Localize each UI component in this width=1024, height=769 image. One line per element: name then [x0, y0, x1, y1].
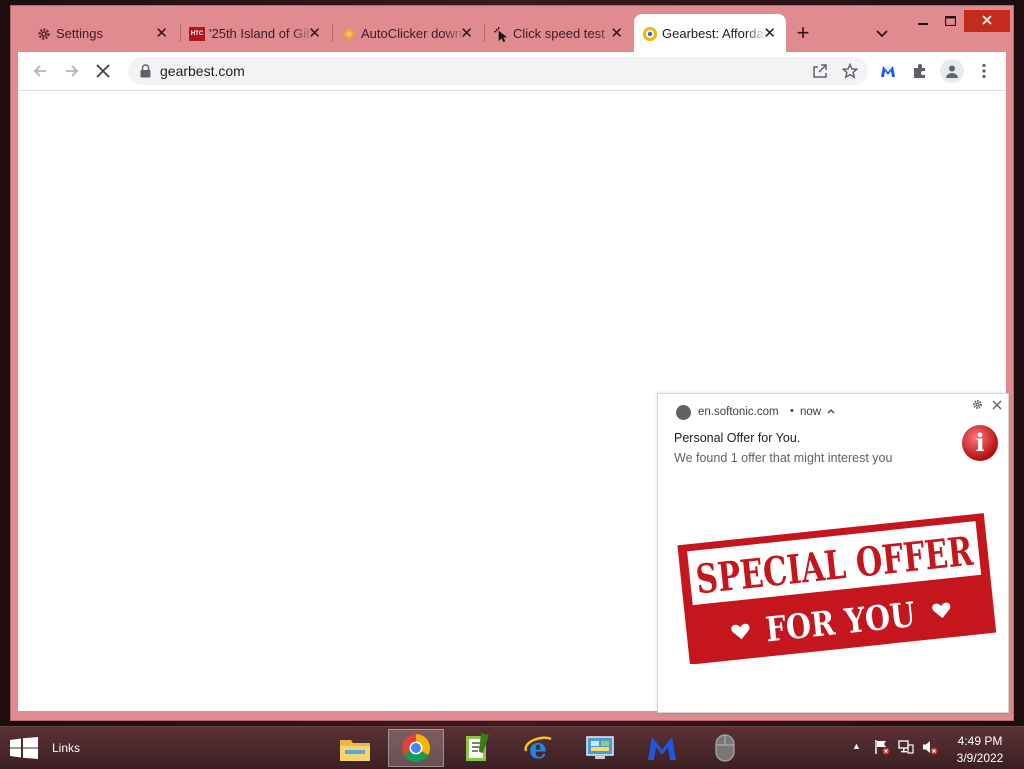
share-icon[interactable]: [808, 59, 832, 83]
malwarebytes-extension-icon[interactable]: [876, 59, 900, 83]
chrome-icon[interactable]: [388, 729, 444, 767]
clock-time[interactable]: 4:49 PM: [950, 734, 1010, 748]
taskbar: Links e ▲ 4:49 PM 3/9/2022: [0, 726, 1024, 769]
notification-time: now: [800, 406, 822, 418]
notification-popup[interactable]: en.softonic.com • now Personal Offer for…: [657, 393, 1009, 713]
close-icon[interactable]: ✕: [308, 24, 321, 42]
url-text[interactable]: gearbest.com: [160, 63, 245, 79]
tab-autoclicker[interactable]: AutoClicker download ✕: [333, 14, 483, 52]
minimize-button[interactable]: [908, 10, 938, 32]
new-tab-button[interactable]: +: [790, 20, 816, 46]
info-icon: i: [962, 425, 998, 461]
close-icon[interactable]: ✕: [460, 24, 473, 42]
notification-dot: •: [790, 405, 794, 417]
internet-explorer-icon[interactable]: e: [510, 729, 566, 767]
tab-title: '25th Island of Gibraltar: [209, 25, 313, 41]
bookmark-star-icon[interactable]: [838, 59, 862, 83]
notification-source: en.softonic.com: [698, 406, 779, 418]
tray-overflow-chevron-icon[interactable]: ▲: [852, 741, 861, 751]
notepad-plus-plus-icon[interactable]: [449, 729, 505, 767]
volume-muted-icon[interactable]: [922, 739, 938, 760]
tab-title: AutoClicker download: [361, 25, 465, 41]
chevron-up-icon[interactable]: [827, 406, 835, 417]
browser-toolbar: gearbest.com: [18, 52, 1006, 91]
profile-avatar-icon[interactable]: [940, 59, 964, 83]
links-toolbar-label[interactable]: Links: [52, 741, 80, 755]
back-arrow-icon[interactable]: [28, 59, 52, 83]
action-center-flag-icon[interactable]: [874, 739, 890, 760]
forward-arrow-icon[interactable]: [60, 59, 84, 83]
gear-icon[interactable]: [972, 399, 983, 413]
close-icon[interactable]: ✕: [155, 24, 168, 42]
close-icon[interactable]: ✕: [610, 24, 623, 42]
autoclicker-favicon-icon: [341, 26, 357, 42]
control-panel-icon[interactable]: [572, 729, 628, 767]
chevron-down-icon[interactable]: [870, 22, 894, 46]
gearbest-favicon-icon: [642, 26, 658, 42]
close-icon[interactable]: ✕: [763, 24, 776, 42]
tab-htc[interactable]: HTC '25th Island of Gibraltar ✕: [181, 14, 331, 52]
tab-title: Click speed test: [513, 25, 605, 41]
tab-title: Gearbest: Affordable: [662, 25, 766, 41]
clock-date[interactable]: 3/9/2022: [950, 751, 1010, 765]
close-icon[interactable]: [992, 397, 1002, 413]
lock-icon[interactable]: [140, 64, 151, 83]
notification-title: Personal Offer for You.: [674, 431, 801, 445]
tab-click-speed-test[interactable]: Click speed test ✕: [485, 14, 633, 52]
notification-message: We found 1 offer that might interest you: [674, 451, 893, 465]
tab-gearbest[interactable]: Gearbest: Affordable ✕: [634, 14, 786, 52]
maximize-button[interactable]: [935, 10, 965, 32]
network-icon[interactable]: [898, 739, 914, 760]
menu-kebab-icon[interactable]: [972, 59, 996, 83]
windows-start-icon[interactable]: [10, 737, 38, 759]
htc-favicon-icon: HTC: [189, 26, 205, 42]
extensions-puzzle-icon[interactable]: [908, 59, 932, 83]
tab-settings[interactable]: Settings ✕: [28, 14, 178, 52]
tab-title: Settings: [56, 25, 103, 41]
close-window-button[interactable]: [964, 10, 1010, 32]
address-bar[interactable]: gearbest.com: [128, 57, 868, 85]
malwarebytes-icon[interactable]: [634, 729, 690, 767]
chrome-icon: [676, 405, 691, 420]
special-offer-stamp: SPECIAL OFFER FOR YOU: [677, 513, 996, 664]
stop-loading-icon[interactable]: [91, 59, 115, 83]
mouse-app-icon[interactable]: [697, 729, 753, 767]
cursor-click-icon: [493, 26, 509, 42]
gear-icon: [36, 26, 52, 42]
file-explorer-icon[interactable]: [327, 729, 383, 767]
